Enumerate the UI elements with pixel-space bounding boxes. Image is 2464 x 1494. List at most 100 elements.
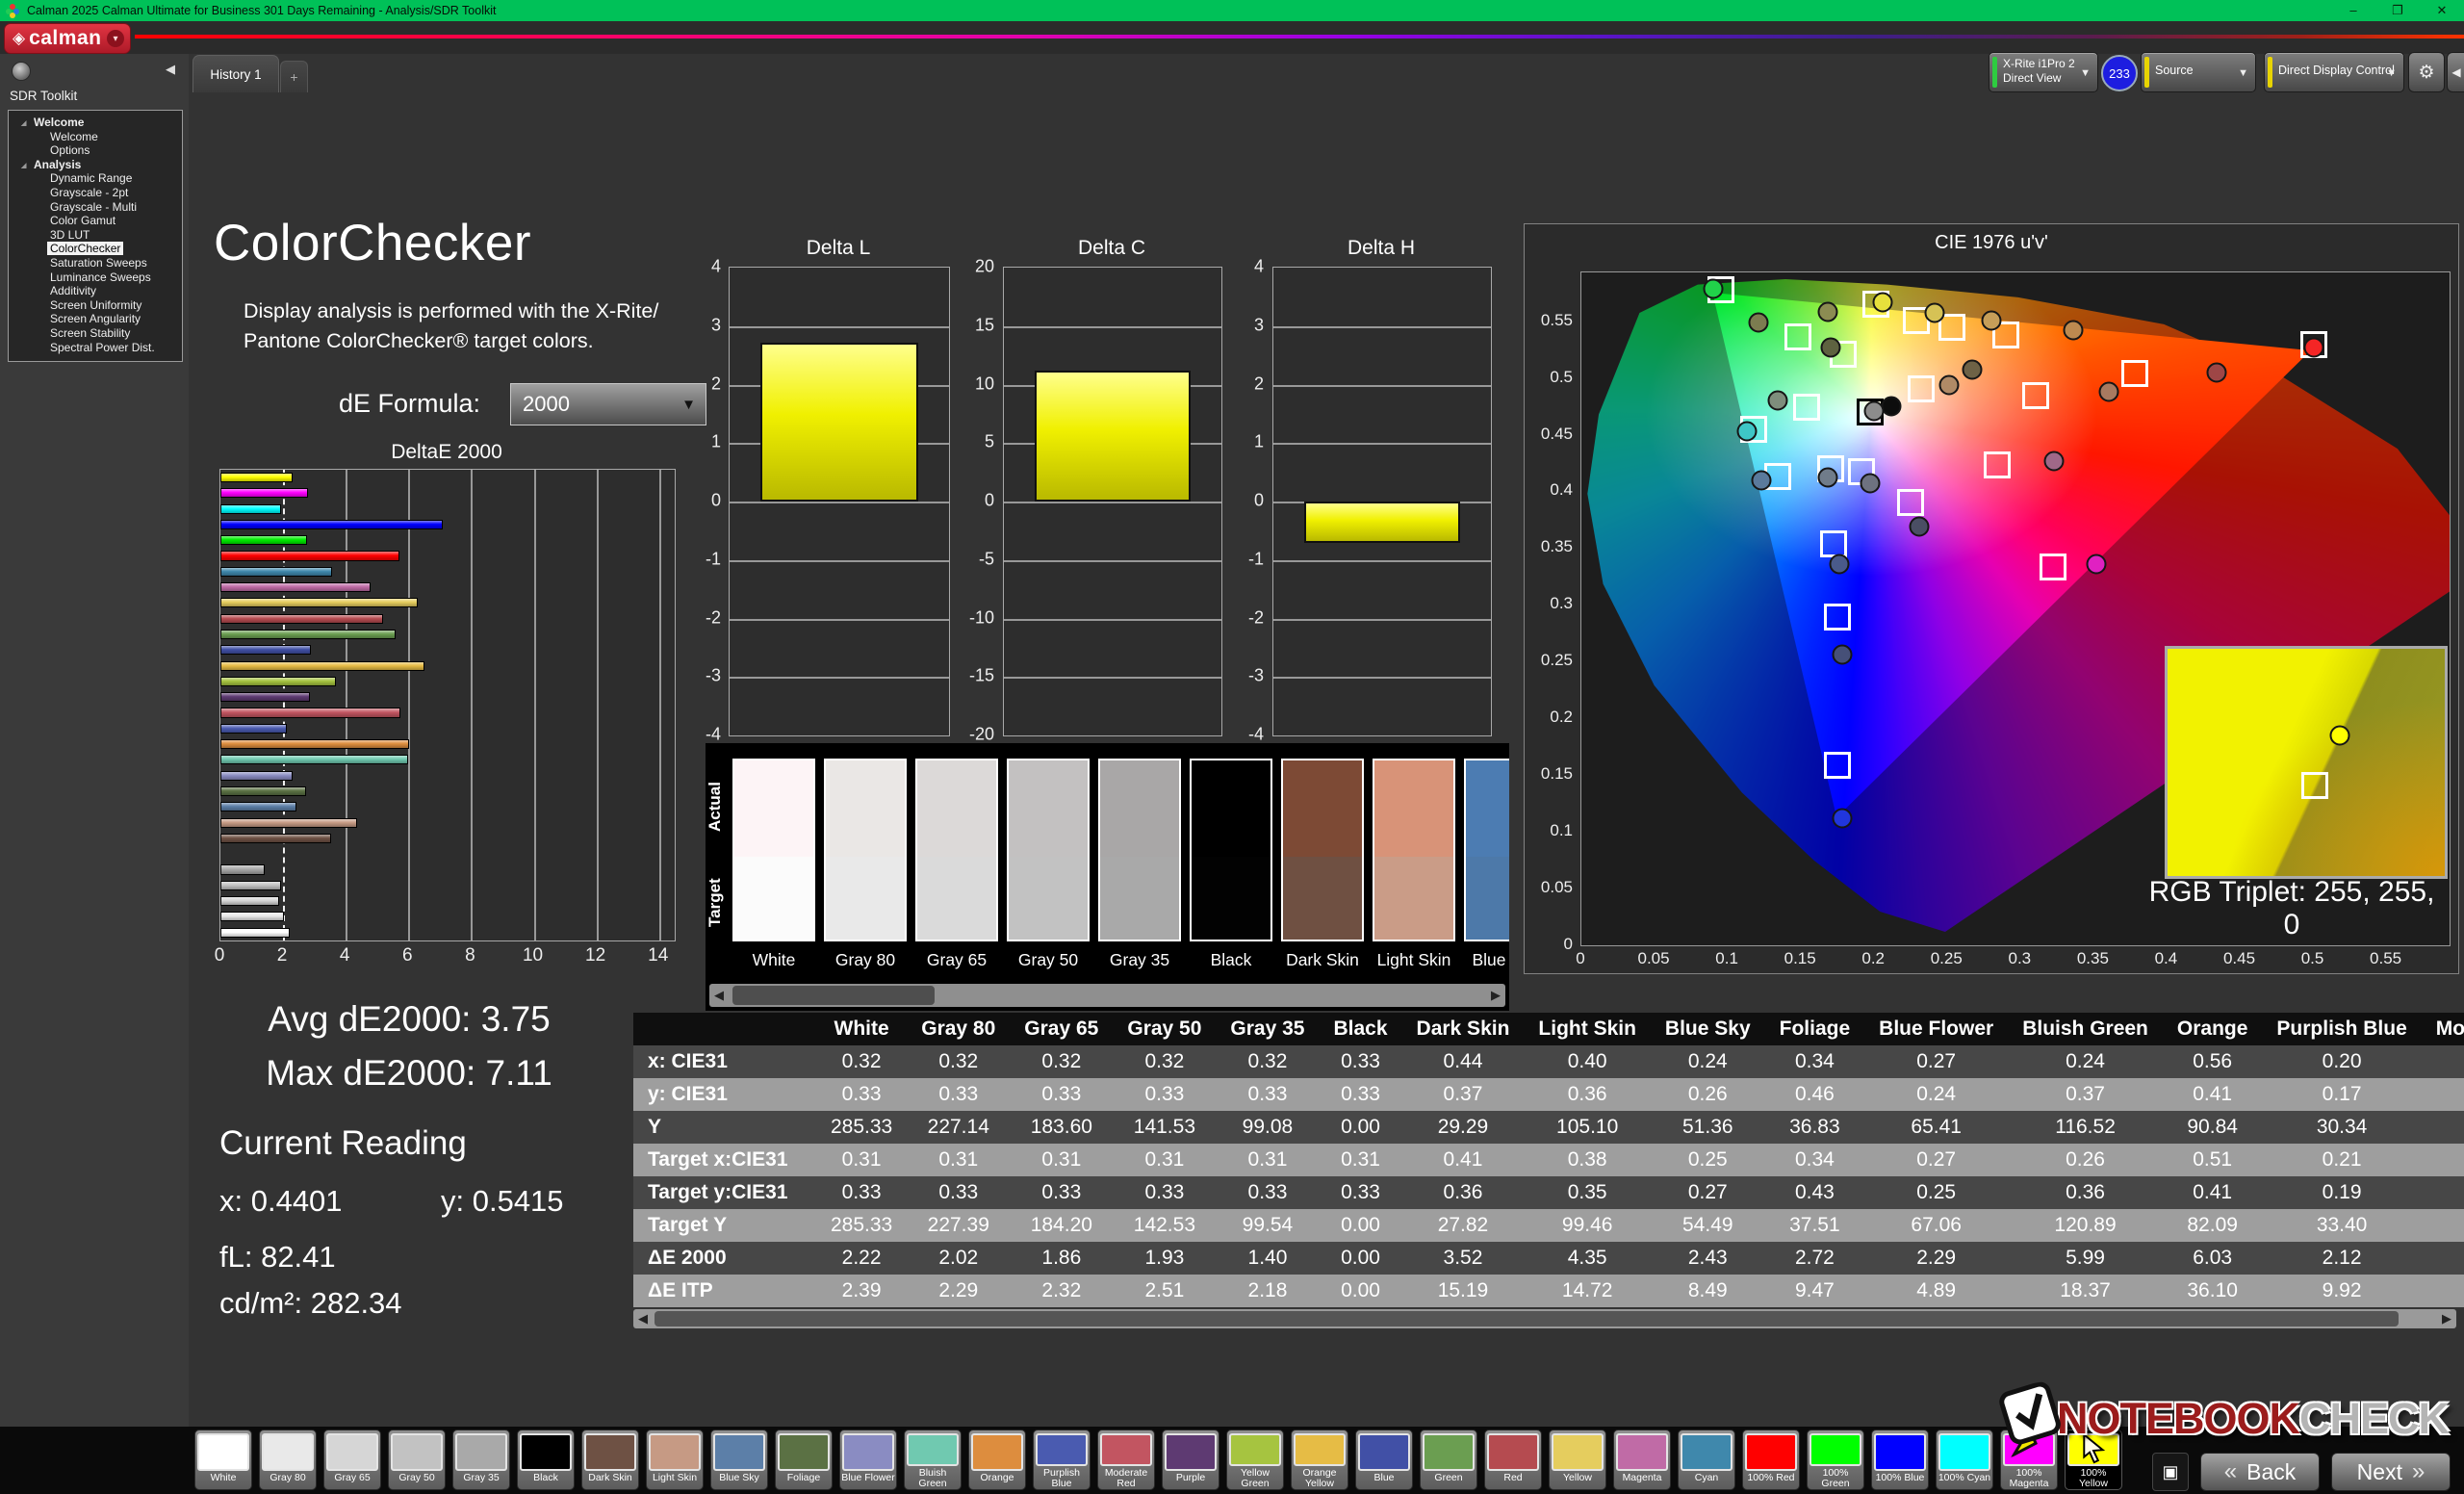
patch-button-blue[interactable]: Blue [1355,1430,1413,1490]
scroll-right-icon[interactable]: ▶ [1486,984,1505,1007]
sidebar-item-colorchecker[interactable]: ColorChecker [9,242,182,256]
sidebar-item-saturation-sweeps[interactable]: Saturation Sweeps [9,256,182,270]
table-cell: 0.35 [1524,1176,1651,1209]
sidebar-item-3d-lut[interactable]: 3D LUT [9,228,182,243]
patch-swatch [1938,1433,1990,1471]
patch-button-yellow-green[interactable]: Yellow Green [1226,1430,1284,1490]
scroll-right-icon[interactable]: ▶ [2437,1309,2456,1328]
patch-button-dark-skin[interactable]: Dark Skin [581,1430,639,1490]
settings-gear-button[interactable]: ⚙ [2408,52,2445,92]
gridline [1273,677,1491,679]
sidebar-item-screen-uniformity[interactable]: Screen Uniformity [9,298,182,313]
scroll-left-icon[interactable]: ◀ [709,984,729,1007]
y-tick-label: -1 [1248,549,1264,569]
sidebar-collapse-button[interactable]: ◀ [166,62,175,77]
patch-button-purple[interactable]: Purple [1162,1430,1219,1490]
sidebar-item-grayscale-2pt[interactable]: Grayscale - 2pt [9,186,182,200]
y-tick-label: 0.3 [1550,594,1573,613]
table-cell: 0.33 [1216,1078,1319,1111]
sidebar-item-screen-angularity[interactable]: Screen Angularity [9,312,182,326]
patch-button-100-cyan[interactable]: 100% Cyan [1936,1430,1993,1490]
sidebar-item-dynamic-range[interactable]: Dynamic Range [9,171,182,186]
patch-button-white[interactable]: White [194,1430,252,1490]
patch-button-100-red[interactable]: 100% Red [1742,1430,1800,1490]
table-cell: 120.89 [2008,1209,2163,1242]
patch-button-black[interactable]: Black [517,1430,575,1490]
tab-add-button[interactable]: + [280,61,308,92]
actual-target-panel: Actual Target WhiteGray 80Gray 65Gray 50… [706,743,1509,1011]
y-tick-label: 3 [711,315,721,335]
patch-button-cyan[interactable]: Cyan [1678,1430,1735,1490]
sidebar-item-color-gamut[interactable]: Color Gamut [9,214,182,228]
table-cell: 0.31 [2422,1176,2464,1209]
restore-button[interactable]: ❐ [2375,3,2420,18]
display-icon-button[interactable]: ▣ [2152,1453,2189,1491]
scrollbar-thumb[interactable] [732,986,935,1005]
patch-button-light-skin[interactable]: Light Skin [646,1430,704,1490]
y-tick-label: -5 [979,549,994,569]
measured-dot [2303,337,2323,357]
sidebar-item-additivity[interactable]: Additivity [9,284,182,298]
sidebar-item-spectral-power-dist-[interactable]: Spectral Power Dist. [9,341,182,355]
gridline [1004,560,1221,562]
patch-button-100-green[interactable]: 100% Green [1807,1430,1864,1490]
patch-button-100-blue[interactable]: 100% Blue [1871,1430,1929,1490]
calman-menu-button[interactable]: ◈ calman ▾ [4,23,131,54]
patch-button-bluish-green[interactable]: Bluish Green [904,1430,962,1490]
patch-button-blue-sky[interactable]: Blue Sky [710,1430,768,1490]
tab-history-1[interactable]: History 1 [192,55,279,92]
patch-strip: WhiteGray 80 Gray 65 Gray 50 Gray 35BlackDa… [194,1430,2122,1490]
target-swatch [1466,857,1509,940]
meter-dropdown[interactable]: X-Rite i1Pro 2Direct View ▼ [1989,52,2098,92]
table-cell: 51.36 [1651,1111,1765,1144]
next-button[interactable]: Next » [2331,1453,2451,1491]
display-control-dropdown[interactable]: Direct Display Control ▼ [2264,52,2404,92]
y-tick-label: 10 [975,374,994,394]
sidebar-item-grayscale-multi[interactable]: Grayscale - Multi [9,200,182,215]
chevron-down-icon: ▼ [2386,67,2397,79]
patch-scrollbar[interactable]: ◀ ▶ [709,984,1505,1007]
scrollbar-thumb[interactable] [654,1311,2399,1327]
actual-swatch [1100,760,1179,857]
patch-button-gray-35[interactable]: Gray 35 [452,1430,510,1490]
sidebar-item-options[interactable]: Options [9,143,182,158]
meter-count-badge[interactable]: 233 [2101,55,2138,91]
close-button[interactable]: ✕ [2420,3,2464,18]
sidebar-pin-button[interactable] [12,62,31,81]
scroll-left-icon[interactable]: ◀ [633,1309,653,1328]
patch-button-label: Gray 50 [398,1473,434,1483]
patch-button-moderate-red[interactable]: Moderate Red [1097,1430,1155,1490]
sidebar-item-luminance-sweeps[interactable]: Luminance Sweeps [9,270,182,285]
patch-button-yellow[interactable]: Yellow [1549,1430,1606,1490]
back-button[interactable]: « Back [2200,1453,2320,1491]
collapse-panel-button[interactable]: ◀ [2447,52,2464,92]
patch-button-blue-flower[interactable]: Blue Flower [839,1430,897,1490]
delta-c-plot [1003,267,1222,736]
patch-button-gray-80[interactable]: Gray 80 [259,1430,317,1490]
table-scrollbar[interactable]: ◀ ▶ [633,1309,2456,1328]
sidebar-item-screen-stability[interactable]: Screen Stability [9,326,182,341]
minimize-button[interactable]: – [2331,3,2375,18]
patch-button-gray-50[interactable]: Gray 50 [388,1430,446,1490]
patch-button-foliage[interactable]: Foliage [775,1430,833,1490]
source-dropdown[interactable]: Source ▼ [2141,52,2256,92]
gridline [1273,443,1491,445]
patch-button-gray-65[interactable]: Gray 65 [323,1430,381,1490]
patch-button-purplish-blue[interactable]: Purplish Blue [1033,1430,1091,1490]
patch-button-orange-yellow[interactable]: Orange Yellow [1291,1430,1348,1490]
patch-blue-sky: Blue Sky [1464,759,1509,970]
patch-button-red[interactable]: Red [1484,1430,1542,1490]
target-square [1984,451,2011,478]
measured-dot [2207,362,2227,382]
sidebar-item-welcome[interactable]: Welcome [9,130,182,144]
patch-button-label: Gray 65 [334,1473,370,1483]
tree-group-analysis[interactable]: ◢Analysis [9,158,182,172]
patch-button-orange[interactable]: Orange [968,1430,1026,1490]
target-square [1784,323,1811,350]
measured-dot [2064,321,2084,341]
patch-button-green[interactable]: Green [1420,1430,1477,1490]
patch-button-magenta[interactable]: Magenta [1613,1430,1671,1490]
table-cell: 2.22 [816,1242,907,1275]
cie-y-axis: 00.050.10.150.20.250.30.350.40.450.50.55 [1527,271,1577,944]
tree-group-welcome[interactable]: ◢Welcome [9,116,182,130]
